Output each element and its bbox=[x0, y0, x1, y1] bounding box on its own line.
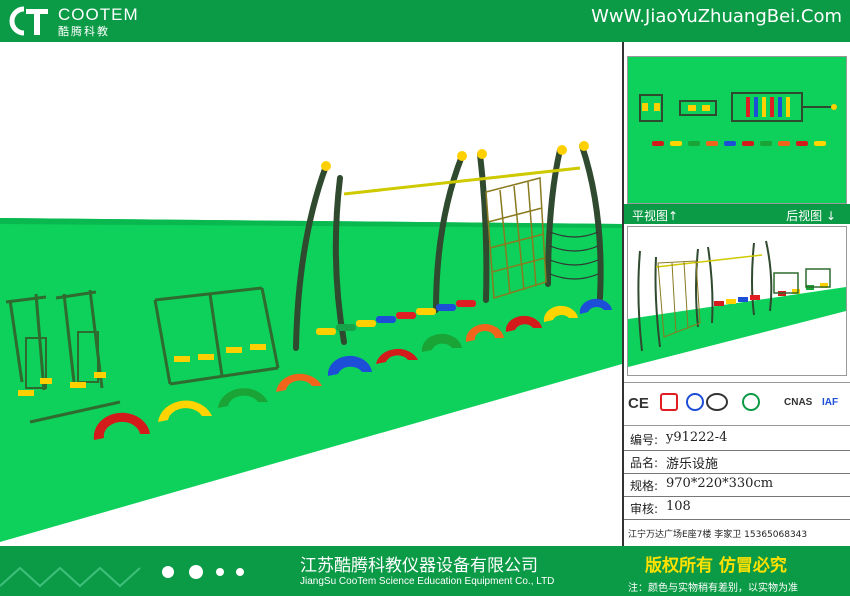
arrow-up-icon: ↑ bbox=[668, 209, 679, 223]
copyright-notice: 版权所有 仿冒必究 bbox=[645, 556, 787, 576]
info-value: y91222-4 bbox=[666, 430, 728, 445]
cnas-icon: CNAS bbox=[784, 397, 813, 408]
info-row-name: 品名: 游乐设施 bbox=[624, 451, 850, 474]
back-view-diagram bbox=[628, 240, 846, 367]
cootem-logo-icon bbox=[9, 6, 48, 36]
info-row-spec: 规格: 970*220*330cm bbox=[624, 474, 850, 497]
info-key: 审核: bbox=[630, 502, 659, 516]
company-name-en: JiangSu CooTem Science Education Equipme… bbox=[300, 576, 555, 587]
plan-view-diagram bbox=[639, 92, 837, 146]
product-render bbox=[0, 42, 622, 546]
green-cert-icon bbox=[742, 393, 760, 411]
contact-address: 江宁万达广场E座7楼 李家卫 15365068343 bbox=[628, 530, 808, 540]
plan-view-label: 平视图 bbox=[632, 209, 669, 223]
iaf-icon: IAF bbox=[822, 397, 839, 408]
playground-illustration bbox=[0, 141, 622, 542]
certification-logos: CE CNAS IAF bbox=[624, 382, 850, 426]
info-value: 游乐设施 bbox=[666, 457, 719, 472]
company-name: 江苏酷腾科教仪器设备有限公司 bbox=[300, 556, 538, 576]
color-disclaimer: 注：颜色与实物稍有差别，以实物为准 bbox=[628, 583, 798, 594]
plan-view-image[interactable] bbox=[627, 56, 847, 204]
cqc-icon bbox=[660, 393, 678, 411]
info-row-review: 审核: 108 bbox=[624, 497, 850, 520]
website-link[interactable]: WwW.JiaoYuZhuangBei.Com bbox=[591, 6, 842, 27]
arrow-down-icon: ↓ bbox=[825, 209, 836, 223]
info-key: 品名: bbox=[630, 456, 659, 470]
back-view-image[interactable] bbox=[627, 226, 847, 376]
info-value: 970*220*330cm bbox=[666, 476, 774, 491]
info-key: 编号: bbox=[630, 433, 659, 447]
back-view-tab[interactable]: 后视图 ↓ bbox=[786, 207, 836, 224]
product-info-panel: 平视图↑ 后视图 ↓ CE CNAS IAF 编号: y91222-4 品名: … bbox=[622, 42, 850, 546]
iso-icon bbox=[686, 393, 704, 411]
footer-wave-decoration bbox=[0, 565, 244, 588]
plan-view-tab[interactable]: 平视图↑ bbox=[632, 207, 678, 224]
info-value: 108 bbox=[666, 499, 691, 514]
gs-icon bbox=[706, 393, 728, 411]
info-row-code: 编号: y91222-4 bbox=[624, 428, 850, 451]
ce-mark-icon: CE bbox=[628, 395, 649, 412]
back-view-label: 后视图 bbox=[786, 209, 823, 223]
brand-name: COOTEM bbox=[58, 5, 139, 24]
info-key: 规格: bbox=[630, 479, 659, 493]
header-bar: COOTEM 酷腾科教 WwW.JiaoYuZhuangBei.Com bbox=[0, 0, 850, 42]
company-logo[interactable]: COOTEM 酷腾科教 bbox=[6, 3, 156, 39]
brand-name-cn: 酷腾科教 bbox=[58, 25, 110, 38]
footer-bar: 江苏酷腾科教仪器设备有限公司 JiangSu CooTem Science Ed… bbox=[0, 546, 850, 596]
view-switch-bar: 平视图↑ 后视图 ↓ bbox=[624, 204, 850, 224]
